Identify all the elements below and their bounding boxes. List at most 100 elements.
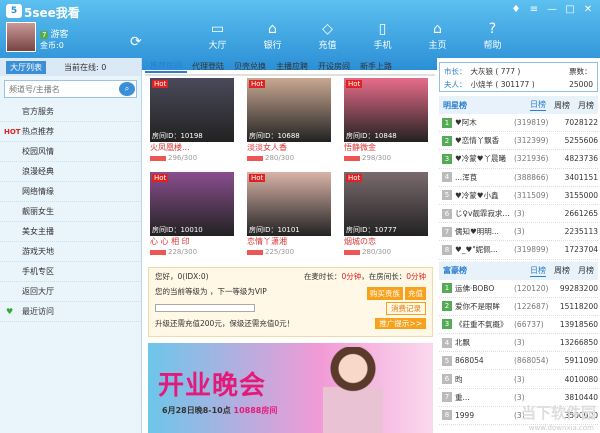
nav-bank[interactable]: ⌂ 银行: [245, 20, 300, 51]
hot-badge: Hot: [346, 174, 363, 182]
rank-value: 2235113: [564, 227, 598, 237]
rank-row[interactable]: 3 ♥冷蒙♥丫晨曦 (321936) 4823736: [439, 150, 598, 169]
rank-row[interactable]: 4 北飘 (3) 13266850: [439, 334, 598, 353]
rank-number: 6: [442, 208, 452, 219]
rank-id: (319899): [514, 245, 549, 255]
close-icon[interactable]: ✕: [580, 3, 596, 17]
room-card[interactable]: Hot 房间ID：10848 悟静微金 298/300: [344, 78, 428, 162]
nav-home[interactable]: ⌂ 主页: [410, 20, 465, 51]
banner-photo: [323, 347, 383, 433]
app-logo: 5: [6, 4, 22, 18]
rank-name: 运佛·BOBO: [455, 283, 495, 293]
consume-log-button[interactable]: 消费记录: [386, 302, 426, 315]
skin-icon[interactable]: ♦: [508, 3, 524, 17]
room-thumbnail: Hot 房间ID：10848: [344, 78, 428, 142]
rank-row[interactable]: 3 《莊重不氣概》 (66737) 13918560: [439, 316, 598, 335]
sidebar-item[interactable]: 靓丽女生: [0, 202, 141, 222]
sidebar-item-recent[interactable]: ♥ 最近访问: [0, 302, 141, 322]
tab-open-room[interactable]: 开设房间: [313, 61, 355, 72]
tab-agent[interactable]: 代理登陆: [187, 61, 229, 72]
buy-noble-button[interactable]: 购买贵族: [367, 287, 403, 300]
avatar[interactable]: [6, 22, 36, 52]
room-name: 悟静微金: [344, 143, 376, 152]
rank-name: ♥阿木: [455, 118, 477, 128]
promo-button[interactable]: 推广提示>>: [375, 318, 426, 329]
rank-row[interactable]: 5 ♥冷蒙♥小鑫 (311509) 3155000: [439, 187, 598, 205]
rank-number: 4: [442, 337, 452, 348]
rank-row[interactable]: 2 爱你不是眼眸 (122687) 15118200: [439, 298, 598, 316]
star-tab-month[interactable]: 月榜: [578, 100, 594, 111]
sidebar-item[interactable]: 游戏天地: [0, 242, 141, 262]
main-panel: 推荐房间 代理登陆 贝壳兑换 主播应聘 开设房间 新手上路 Hot 房间ID：10…: [145, 58, 435, 433]
room-count: 298/300: [344, 154, 428, 162]
right-panel: 市长： 大灰狼 ( 777 ) 夫人： 小烧羊 ( 301177 ) 票数： 2500…: [437, 58, 600, 433]
sidebar-item[interactable]: 浪漫经典: [0, 162, 141, 182]
room-name: 火凤凰楼...: [150, 143, 190, 152]
level-badge: 7: [40, 31, 49, 39]
room-count: 280/300: [344, 248, 428, 256]
lady-name: 小烧羊 ( 301177 ): [470, 80, 535, 89]
room-card[interactable]: Hot 房间ID：10101 恋情丫潇湘 225/300: [247, 172, 331, 256]
sidebar-item[interactable]: 官方服务: [0, 102, 141, 122]
sidebar-item[interactable]: 校园风情: [0, 142, 141, 162]
room-card[interactable]: Hot 房间ID：10777 烟城の恋 280/300: [344, 172, 428, 256]
minimize-icon[interactable]: —: [544, 3, 560, 17]
rich-tab-day[interactable]: 日榜: [530, 265, 546, 277]
rank-number: 1: [442, 283, 452, 294]
rank-row[interactable]: 2 ♥恋情丫飘香 (312399) 5255606: [439, 132, 598, 151]
room-thumbnail: Hot 房间ID：10198: [150, 78, 234, 142]
rank-id: (122687): [514, 301, 549, 311]
maximize-icon[interactable]: □: [562, 3, 578, 17]
home-icon: ⌂: [433, 21, 442, 37]
room-id: 房间ID：10010: [152, 226, 203, 234]
event-banner[interactable]: 开业晚会 6月28日晚8-10点 10888房间: [148, 343, 433, 433]
star-tab-day[interactable]: 日榜: [530, 99, 546, 111]
watermark: 当下软件园: [520, 404, 596, 422]
sidebar-item[interactable]: 返回大厅: [0, 282, 141, 302]
rich-tab-month[interactable]: 月榜: [578, 265, 594, 276]
rank-value: 5255606: [564, 136, 598, 146]
room-name: 心 心 相 印: [150, 237, 190, 246]
rank-row[interactable]: 4 ...浑茛 (388866) 3401151: [439, 169, 598, 187]
rank-row[interactable]: 6 じ♀v靓霏寂求... (3) 2661265: [439, 205, 598, 224]
nav-hall[interactable]: ▭ 大厅: [190, 20, 245, 51]
tab-anchor[interactable]: 主播应聘: [271, 61, 313, 72]
rank-value: 4823736: [564, 154, 598, 164]
user-coin: 金币:0: [40, 41, 64, 50]
sidebar-item[interactable]: 手机专区: [0, 262, 141, 282]
rank-value: 3810440: [564, 392, 598, 402]
refresh-icon[interactable]: ⟳: [130, 34, 142, 50]
rich-tab-week[interactable]: 周榜: [554, 265, 570, 276]
nav-recharge[interactable]: ◇ 充值: [300, 20, 355, 51]
search-icon[interactable]: ⌕: [119, 82, 135, 96]
sidebar-item[interactable]: 美女主播: [0, 222, 141, 242]
rank-value: 13918560: [559, 319, 598, 329]
star-tab-week[interactable]: 周榜: [554, 100, 570, 111]
rank-row[interactable]: 1 运佛·BOBO (120120) 99283200: [439, 280, 598, 298]
rank-row[interactable]: 6 昀 (3) 4010080: [439, 370, 598, 389]
rank-value: 2661265: [564, 209, 598, 219]
hot-badge: HOT: [4, 128, 21, 136]
tab-recommend[interactable]: 推荐房间: [145, 60, 187, 73]
search-input[interactable]: [5, 81, 105, 97]
rank-number: 4: [442, 172, 452, 183]
rank-row[interactable]: 5 868054 (868054) 5911090: [439, 352, 598, 371]
sidebar-item-hot[interactable]: HOT 热点推荐: [0, 122, 141, 142]
room-card[interactable]: Hot 房间ID：10010 心 心 相 印 228/300: [150, 172, 234, 256]
recharge-button[interactable]: 充值: [405, 287, 426, 300]
room-card[interactable]: Hot 房间ID：10688 淡淡女人香 280/300: [247, 78, 331, 162]
sidebar-item[interactable]: 网络情缘: [0, 182, 141, 202]
menu-icon[interactable]: ≡: [526, 3, 542, 17]
rank-row[interactable]: 8 ♥_♥"妮佩... (319899) 1723704: [439, 241, 598, 260]
room-card[interactable]: Hot 房间ID：10198 火凤凰楼... 296/300: [150, 78, 234, 162]
mayor-box: 市长： 大灰狼 ( 777 ) 夫人： 小烧羊 ( 301177 ) 票数： 2500…: [439, 62, 598, 92]
nav-phone[interactable]: ▯ 手机: [355, 20, 410, 51]
tab-shell[interactable]: 贝壳兑换: [229, 61, 271, 72]
tab-newbie[interactable]: 新手上路: [355, 61, 397, 72]
rank-row[interactable]: 7 儒知♥明明... (3) 2235113: [439, 223, 598, 242]
diamond-icon: ◇: [322, 21, 333, 37]
rank-row[interactable]: 1 ♥阿木 (319819) 7028122: [439, 114, 598, 133]
search-box: ⌕: [4, 80, 137, 98]
nav-help[interactable]: ? 帮助: [465, 20, 520, 51]
tab-hall-list[interactable]: 大厅列表: [6, 60, 46, 74]
